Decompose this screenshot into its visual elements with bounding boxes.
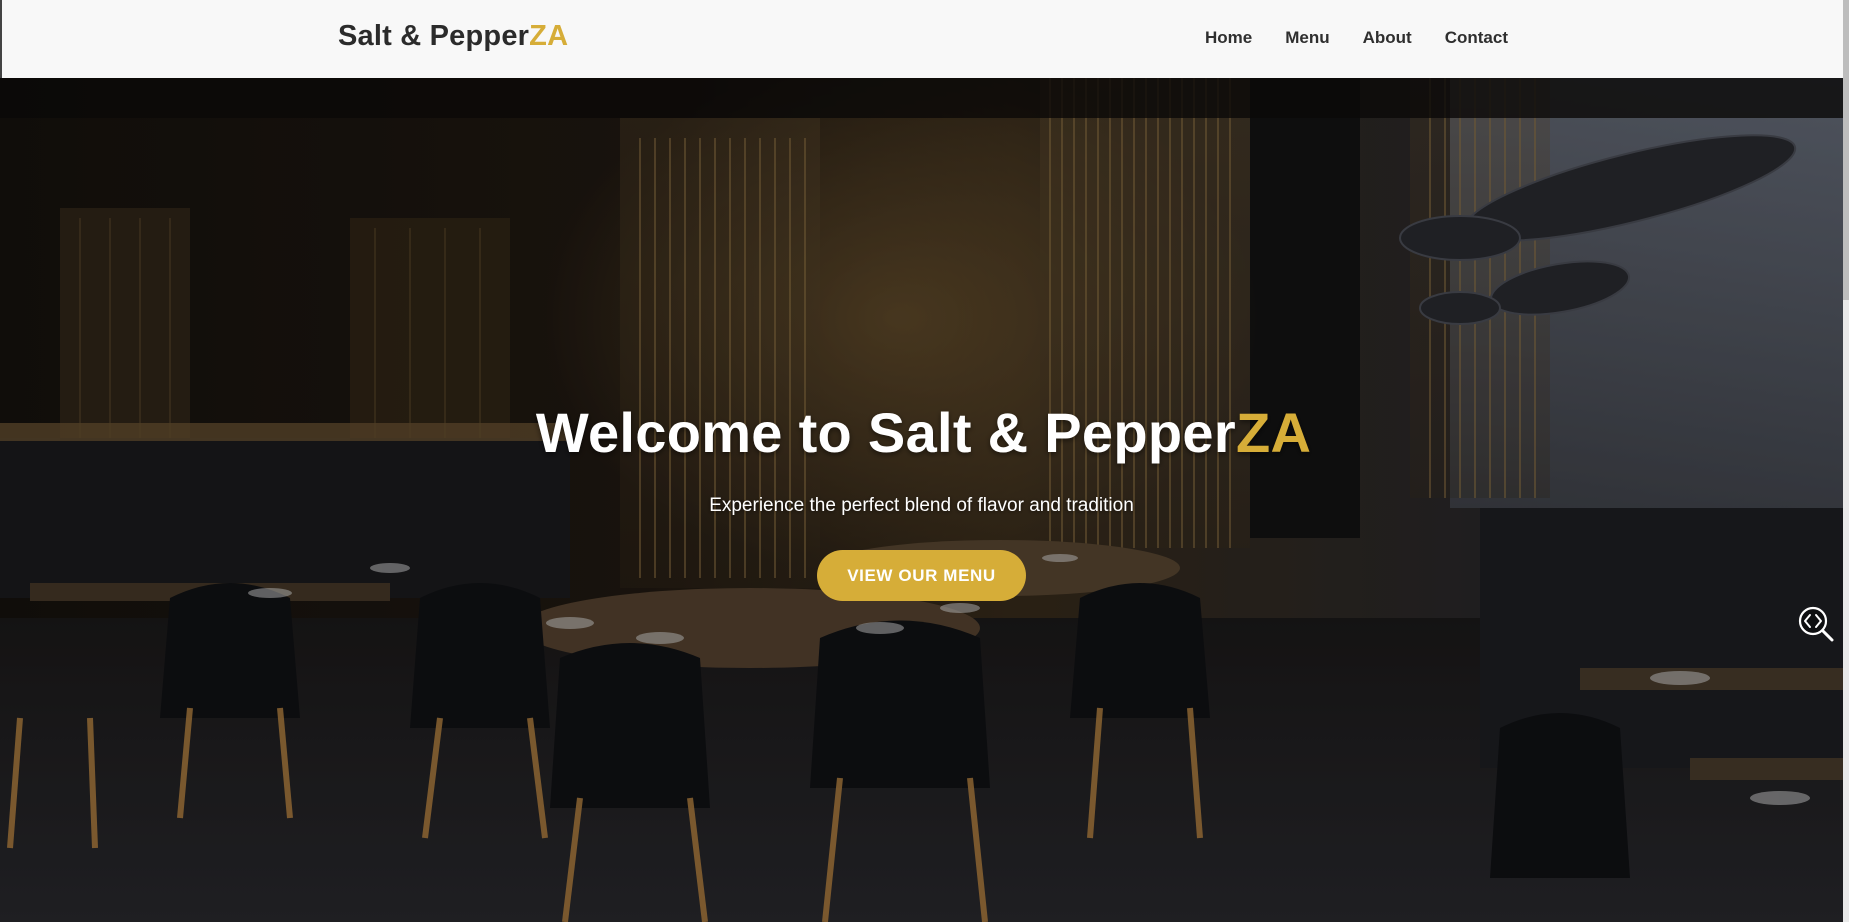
hero-subtitle: Experience the perfect blend of flavor a… <box>709 495 1134 516</box>
brand-logo[interactable]: Salt & PepperZA <box>338 20 568 53</box>
brand-accent-text: ZA <box>529 20 569 52</box>
nav-link-contact[interactable]: Contact <box>1445 28 1508 48</box>
scrollbar-thumb[interactable] <box>1843 0 1849 300</box>
hero-title-accent: ZA <box>1235 401 1312 464</box>
view-menu-button[interactable]: VIEW OUR MENU <box>817 550 1026 601</box>
nav-link-home[interactable]: Home <box>1205 28 1252 48</box>
hero-section: Welcome to Salt & PepperZA Experience th… <box>0 78 1843 922</box>
zoom-code-icon[interactable] <box>1797 605 1835 643</box>
nav-link-menu[interactable]: Menu <box>1285 28 1329 48</box>
nav-link-about[interactable]: About <box>1363 28 1412 48</box>
hero-title: Welcome to Salt & PepperZA <box>536 400 1311 465</box>
hero-content: Welcome to Salt & PepperZA Experience th… <box>0 400 1843 601</box>
nav-links: Home Menu About Contact <box>1205 28 1508 48</box>
hero-title-main: Welcome to Salt & Pepper <box>535 401 1236 464</box>
page-scrollbar[interactable] <box>1843 0 1849 922</box>
navbar: Salt & PepperZA Home Menu About Contact <box>0 0 1843 78</box>
brand-main-text: Salt & Pepper <box>338 20 530 52</box>
page: Salt & PepperZA Home Menu About Contact <box>0 0 1849 922</box>
